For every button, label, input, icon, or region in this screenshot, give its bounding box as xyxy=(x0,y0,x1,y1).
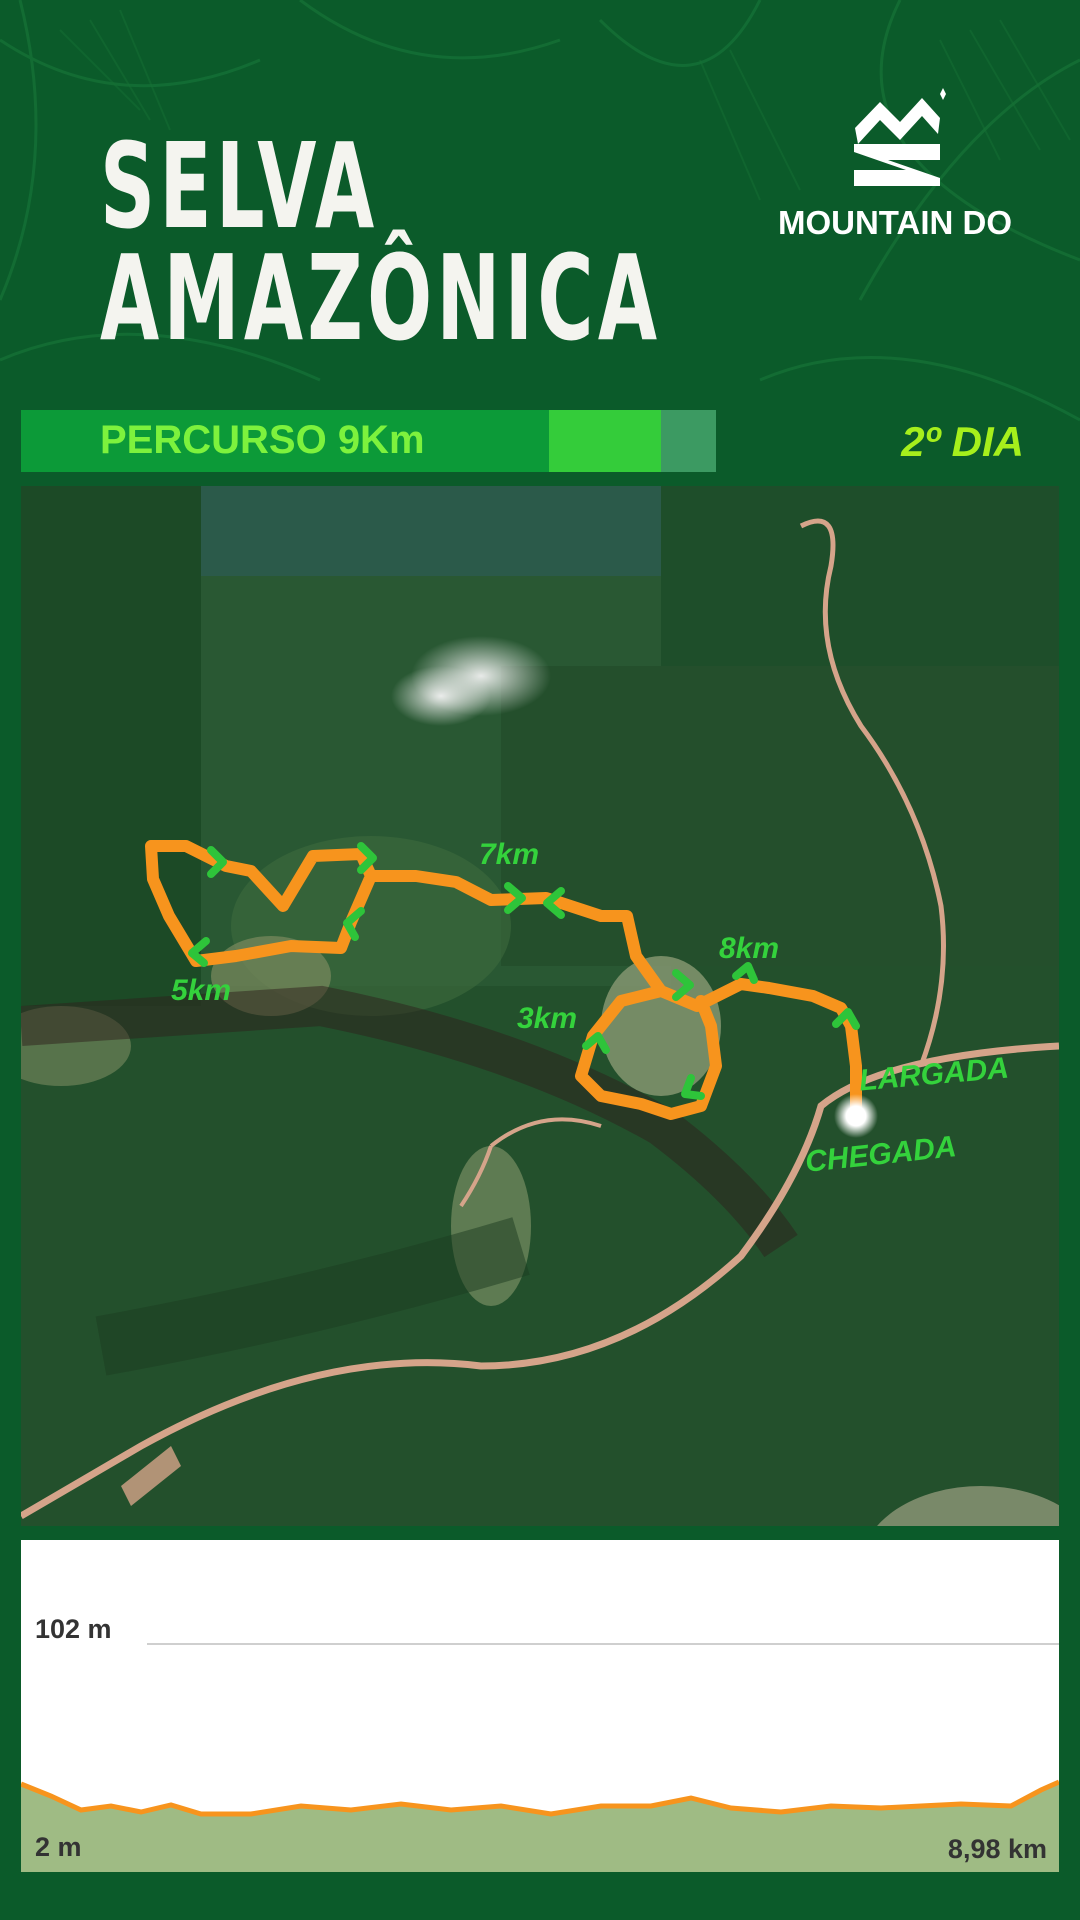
mountain-logo-icon xyxy=(854,88,946,186)
km-marker-label: 5km xyxy=(171,974,232,1007)
elevation-chart xyxy=(21,1643,1059,1872)
start-finish-marker-icon xyxy=(834,1094,878,1138)
elevation-line xyxy=(21,1779,1059,1817)
brand-logo: MOUNTAIN DO xyxy=(760,88,1030,248)
elevation-area xyxy=(21,1782,1059,1872)
route-bar-segment xyxy=(549,410,661,472)
km-marker-label: 3km xyxy=(517,1002,578,1035)
title-line-1: SELVA xyxy=(100,117,379,255)
km-marker-label: 8km xyxy=(719,932,780,965)
elevation-profile: 102 m 2 m 8,98 km xyxy=(21,1540,1059,1872)
elevation-distance-label: 8,98 km xyxy=(947,1834,1047,1864)
km-marker-label: 7km xyxy=(479,838,540,871)
event-title: SELVA AMAZÔNICA xyxy=(100,117,662,367)
elevation-max-label: 102 m xyxy=(35,1614,112,1644)
day-label: 2º DIA xyxy=(901,418,1024,465)
satellite-map: 7km 5km 3km 8km LARGADA CHEGADA xyxy=(21,486,1059,1526)
route-distance-label: PERCURSO 9Km xyxy=(100,418,425,462)
title-line-2: AMAZÔNICA xyxy=(100,229,662,367)
brand-name: MOUNTAIN DO xyxy=(777,204,1013,241)
elevation-min-label: 2 m xyxy=(35,1832,82,1862)
route-bar-segment xyxy=(661,410,716,472)
route-distance-bar: PERCURSO 9Km xyxy=(21,410,716,472)
